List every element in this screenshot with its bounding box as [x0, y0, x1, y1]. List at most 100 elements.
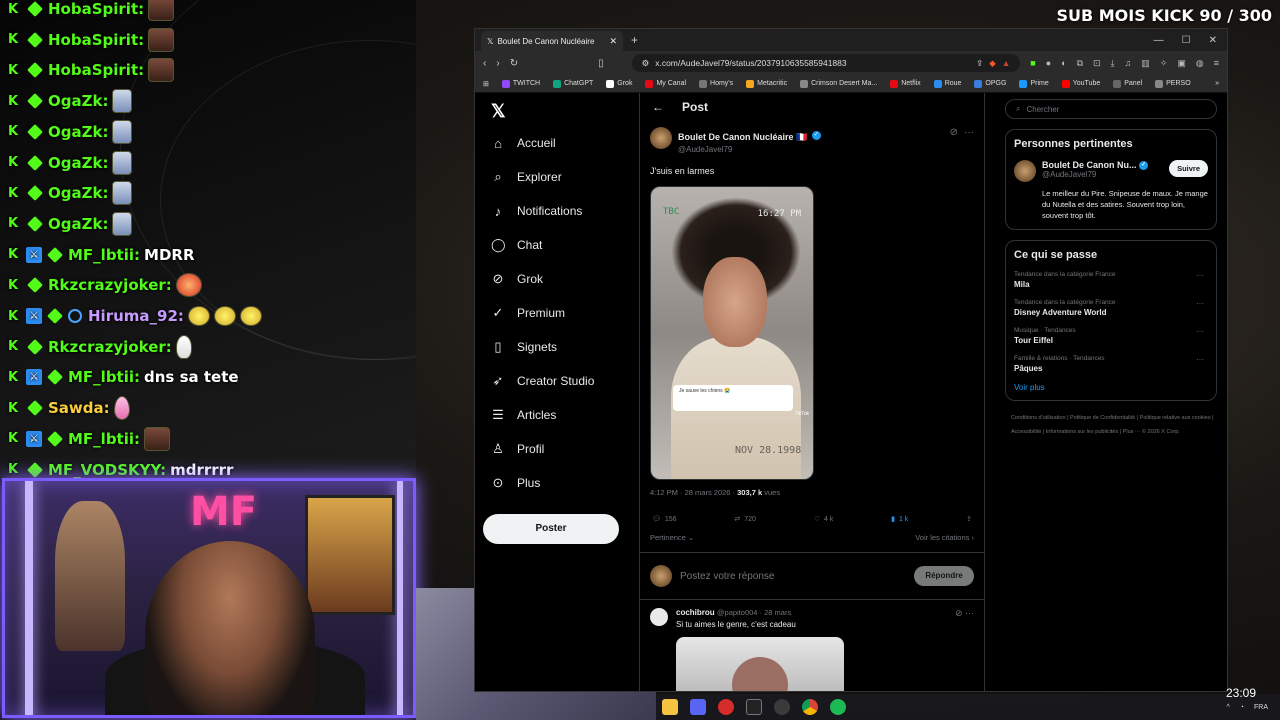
tweet-video[interactable]: TBC 16:27 PM Je sauve les chiens 😭 TikTo…: [650, 186, 814, 480]
reply-author-name[interactable]: cochibrou: [676, 608, 715, 617]
bookmark-action[interactable]: ▮ 1 k: [891, 515, 908, 524]
url-field[interactable]: ⚙ x.com/AudeJavel79/status/2037910635585…: [631, 54, 1021, 72]
nav-item-chat[interactable]: ◯ Chat: [491, 235, 542, 255]
trend-item[interactable]: Musique · Tendances Tour Eiffel ···: [1014, 327, 1208, 345]
chat-username[interactable]: OgaZk:: [48, 154, 108, 172]
chat-username[interactable]: Hiruma_92:: [88, 307, 184, 325]
chat-username[interactable]: OgaZk:: [48, 123, 108, 141]
sort-dropdown[interactable]: Pertinence ⌄: [650, 533, 694, 542]
reload-icon[interactable]: ↻: [510, 58, 518, 69]
trend-item[interactable]: Tendance dans la catégorie France Mila ···: [1014, 271, 1208, 289]
back-icon[interactable]: ‹: [483, 58, 486, 69]
reply-tweet[interactable]: cochibrou @papito004 · 28 mars Si tu aim…: [640, 600, 984, 637]
trend-item[interactable]: Famille & relations · Tendances Pâques ···: [1014, 355, 1208, 373]
bookmark-item[interactable]: Netflix: [890, 79, 921, 88]
back-arrow-icon[interactable]: ←: [652, 100, 664, 114]
vpn-icon[interactable]: ◍: [1196, 58, 1204, 69]
extension-icon[interactable]: ■: [1030, 58, 1035, 69]
bookmark-item[interactable]: My Canal: [645, 79, 686, 88]
view-quotes-link[interactable]: Voir les citations ›: [915, 533, 974, 542]
chat-username[interactable]: HobaSpirit:: [48, 61, 144, 79]
share-icon[interactable]: ⇪: [976, 58, 983, 69]
trend-item[interactable]: Tendance dans la catégorie France Disney …: [1014, 299, 1208, 317]
record-icon[interactable]: [718, 699, 734, 715]
bookmark-item[interactable]: Prime: [1019, 79, 1049, 88]
bookmark-item[interactable]: Roue: [933, 79, 961, 88]
show-more-link[interactable]: Voir plus: [1014, 383, 1208, 392]
relevant-person-name[interactable]: Boulet De Canon Nu...: [1042, 160, 1137, 170]
chat-username[interactable]: MF_VODSKYY:: [48, 461, 166, 479]
forward-icon[interactable]: ›: [496, 58, 499, 69]
close-tab-icon[interactable]: ✕: [609, 36, 617, 47]
more-options-icon[interactable]: ···: [1196, 327, 1204, 336]
chat-username[interactable]: MF_lbtii:: [68, 246, 140, 264]
brave-rewards-icon[interactable]: ▲: [1002, 58, 1010, 68]
nav-item-accueil[interactable]: ⌂ Accueil: [491, 133, 556, 153]
more-bookmarks-icon[interactable]: »: [1215, 80, 1219, 87]
nav-item-plus[interactable]: ⊙ Plus: [491, 473, 541, 493]
bookmark-item[interactable]: ChatGPT: [553, 79, 593, 88]
ai-icon[interactable]: ✧: [1160, 58, 1168, 69]
relevant-person[interactable]: Boulet De Canon Nu... ✓ @AudeJavel79 Sui…: [1014, 160, 1208, 182]
author-name[interactable]: Boulet De Canon Nucléaire 🇫🇷: [678, 132, 807, 142]
more-options-icon[interactable]: ···: [1196, 355, 1204, 364]
chat-username[interactable]: MF_lbtii:: [68, 430, 140, 448]
chat-username[interactable]: Rkzcrazyjoker:: [48, 338, 172, 356]
reply-input[interactable]: Postez votre réponse: [680, 571, 906, 582]
nav-item-grok[interactable]: ⊘ Grok: [491, 269, 543, 289]
nav-item-premium[interactable]: ✓ Premium: [491, 303, 565, 323]
chat-username[interactable]: HobaSpirit:: [48, 0, 144, 18]
nav-item-signets[interactable]: ▯ Signets: [491, 337, 557, 357]
more-options-icon[interactable]: ···: [1196, 299, 1204, 308]
media-icon[interactable]: ♫: [1125, 58, 1132, 69]
reply-avatar[interactable]: [650, 608, 668, 626]
chrome-icon[interactable]: [802, 699, 818, 715]
search-input[interactable]: ⌕ Chercher: [1005, 99, 1217, 119]
app-icon[interactable]: [774, 699, 790, 715]
bookmark-item[interactable]: OPGG: [974, 79, 1006, 88]
language-indicator[interactable]: FRA: [1254, 704, 1268, 711]
chat-username[interactable]: OgaZk:: [48, 215, 108, 233]
minimize-icon[interactable]: —: [1154, 35, 1164, 46]
file-explorer-icon[interactable]: [662, 699, 678, 715]
repost-action[interactable]: ⇄ 720: [734, 515, 756, 524]
obs-icon[interactable]: [746, 699, 762, 715]
brave-shield-icon[interactable]: ◆: [989, 58, 996, 69]
post-button[interactable]: Poster: [483, 514, 619, 544]
bookmark-item[interactable]: Panel: [1113, 79, 1142, 88]
extensions-menu-icon[interactable]: ⧉: [1077, 58, 1083, 69]
author-avatar[interactable]: [650, 127, 672, 149]
bookmark-item[interactable]: Crimson Desert Ma...: [800, 79, 877, 88]
nav-item-profil[interactable]: ♙ Profil: [491, 439, 544, 459]
apps-icon[interactable]: ⊞: [483, 80, 489, 88]
extension-icon[interactable]: ◐: [1061, 58, 1066, 69]
tray-chevron-icon[interactable]: ^: [1226, 704, 1229, 711]
reply-video[interactable]: [676, 637, 844, 691]
nav-item-creator-studio[interactable]: ➶ Creator Studio: [491, 371, 595, 391]
bookmark-item[interactable]: YouTube: [1061, 79, 1100, 88]
author-handle[interactable]: @AudeJavel79: [678, 145, 821, 154]
close-window-icon[interactable]: ✕: [1209, 35, 1217, 46]
browser-tab[interactable]: 𝕏 Boulet De Canon Nucléaire ✕: [481, 31, 623, 51]
x-logo-icon[interactable]: 𝕏: [491, 101, 506, 122]
nav-item-articles[interactable]: ☰ Articles: [491, 405, 556, 425]
chat-username[interactable]: HobaSpirit:: [48, 31, 144, 49]
menu-icon[interactable]: ≡: [1214, 58, 1219, 69]
relevant-person-avatar[interactable]: [1014, 160, 1036, 182]
reply-action[interactable]: 💬︎ 156: [652, 515, 677, 524]
bookmark-page-icon[interactable]: ▯: [598, 58, 604, 69]
chat-username[interactable]: Rkzcrazyjoker:: [48, 276, 172, 294]
extension-icon[interactable]: ●: [1046, 58, 1051, 69]
share-action[interactable]: ⇪: [966, 515, 972, 523]
chat-username[interactable]: OgaZk:: [48, 92, 108, 110]
tweet-timestamp[interactable]: 4:12 PM · 28 mars 2026 ·: [650, 488, 737, 497]
chat-username[interactable]: Sawda:: [48, 399, 110, 417]
like-action[interactable]: ♡ 4 k: [814, 515, 834, 524]
footer-links[interactable]: Conditions d'utilisation | Politique de …: [1005, 411, 1217, 439]
chat-username[interactable]: OgaZk:: [48, 184, 108, 202]
discord-icon[interactable]: [690, 699, 706, 715]
network-icon[interactable]: ◔: [1240, 704, 1244, 711]
more-options-icon[interactable]: ···: [964, 127, 974, 138]
bookmark-item[interactable]: Homy's: [699, 79, 733, 88]
bookmark-item[interactable]: PERSO: [1155, 79, 1191, 88]
